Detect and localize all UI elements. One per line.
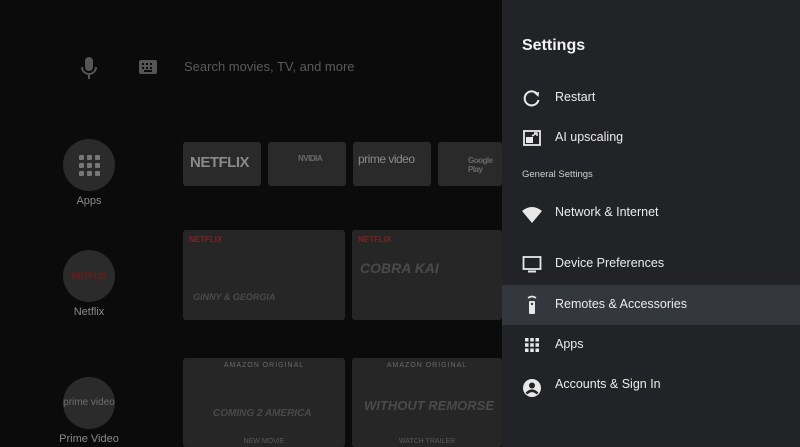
netflix-logo: NETFLIX <box>71 271 107 281</box>
poster-title: WITHOUT REMORSE <box>364 398 494 413</box>
ai-upscaling-icon <box>523 130 541 146</box>
poster-original-label: AMAZON ORIGINAL <box>223 362 305 369</box>
menu-item-label: Network & Internet <box>555 205 659 219</box>
poster-title: GINNY & GEORGIA <box>193 292 276 302</box>
menu-item-remotes-accessories[interactable]: Remotes & Accessories <box>502 285 800 325</box>
rail-netflix-label: Netflix <box>73 306 105 318</box>
menu-item-label: AI upscaling <box>555 130 624 144</box>
app-tile-label: NETFLIX <box>190 154 250 171</box>
poster-badge: NETFLIX <box>189 235 223 244</box>
keyboard-icon[interactable] <box>138 59 158 75</box>
rail-netflix-button[interactable]: NETFLIX <box>63 250 115 302</box>
poster-caption: NEW MOVIE <box>243 438 285 445</box>
app-tile-label: NVIDIA <box>298 154 323 163</box>
tv-icon <box>522 256 542 273</box>
app-tile-netflix[interactable]: NETFLIX <box>183 142 261 186</box>
settings-title: Settings <box>522 37 586 54</box>
menu-item-ai-upscaling[interactable]: AI upscaling <box>502 118 800 158</box>
microphone-icon[interactable] <box>80 56 98 80</box>
apps-grid-icon <box>78 154 100 176</box>
app-tile-google-play[interactable]: Google Play <box>438 142 502 186</box>
menu-item-apps[interactable]: Apps <box>502 325 800 365</box>
app-tile-nvidia[interactable]: NVIDIA <box>268 142 346 186</box>
rail-apps-button[interactable] <box>63 139 115 191</box>
poster-title: COBRA KAI <box>360 260 439 276</box>
remote-icon <box>527 295 537 314</box>
menu-item-device-preferences[interactable]: Device Preferences <box>502 244 800 284</box>
rail-apps-label: Apps <box>76 195 102 207</box>
settings-panel: Settings Restart AI upscaling General Se… <box>502 0 800 447</box>
menu-item-accounts-sign-in[interactable]: Accounts & Sign In <box>502 365 800 405</box>
prime-poster-1[interactable]: AMAZON ORIGINAL COMING 2 AMERICA NEW MOV… <box>183 358 345 447</box>
search-placeholder[interactable]: Search movies, TV, and more <box>184 59 355 74</box>
rail-prime-video-button[interactable]: prime video <box>63 377 115 429</box>
app-tile-prime-video[interactable]: prime video <box>353 142 431 186</box>
menu-item-restart[interactable]: Restart <box>502 78 800 118</box>
account-icon <box>523 379 541 397</box>
app-tile-label: prime video <box>358 152 415 166</box>
menu-item-label: Accounts & Sign In <box>555 377 661 391</box>
poster-original-label: AMAZON ORIGINAL <box>386 362 468 369</box>
netflix-poster-2[interactable]: NETFLIX COBRA KAI <box>352 230 502 320</box>
menu-item-label: Restart <box>555 90 596 104</box>
wifi-icon <box>522 207 542 223</box>
section-header-general-settings: General Settings <box>522 169 593 180</box>
app-tile-label: Google Play <box>468 156 493 174</box>
prime-poster-2[interactable]: AMAZON ORIGINAL WITHOUT REMORSE WATCH TR… <box>352 358 502 447</box>
menu-item-label: Device Preferences <box>555 256 665 270</box>
rail-prime-video-label: Prime Video <box>59 433 119 445</box>
poster-title: COMING 2 AMERICA <box>213 408 312 419</box>
menu-item-label: Apps <box>555 337 584 351</box>
menu-item-network-internet[interactable]: Network & Internet <box>502 190 800 230</box>
netflix-poster-1[interactable]: NETFLIX GINNY & GEORGIA <box>183 230 345 320</box>
menu-item-label: Remotes & Accessories <box>555 297 687 311</box>
prime-video-logo: prime video <box>63 397 115 408</box>
poster-caption: WATCH TRAILER <box>398 438 456 445</box>
restart-icon <box>523 90 540 107</box>
apps-grid-icon <box>525 338 539 352</box>
poster-badge: NETFLIX <box>358 235 392 244</box>
